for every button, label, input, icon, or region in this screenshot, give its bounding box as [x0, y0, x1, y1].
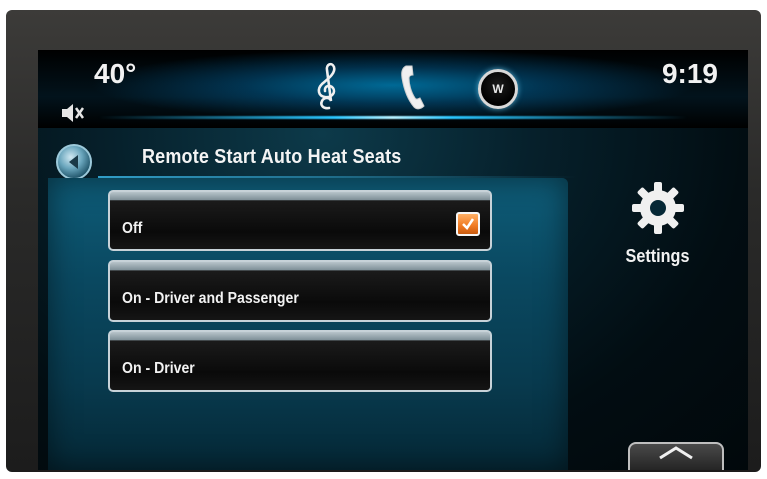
back-arrow-icon	[69, 155, 78, 169]
status-bar-glow	[98, 116, 688, 119]
option-label: On - Driver and Passenger	[122, 290, 299, 307]
option-label: On - Driver	[122, 360, 195, 377]
music-icon[interactable]	[308, 62, 348, 112]
phone-icon[interactable]	[393, 62, 433, 112]
settings-label: Settings	[626, 246, 690, 266]
chevron-up-icon	[659, 446, 693, 460]
outside-temperature: 40°	[94, 58, 137, 89]
settings-button[interactable]: Settings	[608, 180, 708, 290]
back-button[interactable]	[56, 144, 92, 180]
status-bar: 40° 9:19 W	[38, 50, 748, 128]
clock: 9:19	[661, 58, 718, 89]
navigation-icon[interactable]: W	[475, 66, 521, 112]
gear-icon	[632, 182, 684, 234]
option-label: Off	[122, 220, 143, 237]
option-driver-and-passenger[interactable]: On - Driver and Passenger	[108, 260, 492, 322]
infotainment-screen: 40° 9:19 W Remote Start Auto Heat Seats …	[38, 50, 748, 470]
selected-checkbox[interactable]	[456, 212, 480, 236]
option-driver[interactable]: On - Driver	[108, 330, 492, 392]
page-title: Remote Start Auto Heat Seats	[142, 146, 402, 168]
option-off[interactable]: Off	[108, 190, 492, 251]
scroll-up-button[interactable]	[628, 442, 724, 470]
checkmark-icon	[462, 218, 475, 230]
mute-icon	[60, 102, 85, 124]
compass-badge: W	[478, 69, 518, 109]
